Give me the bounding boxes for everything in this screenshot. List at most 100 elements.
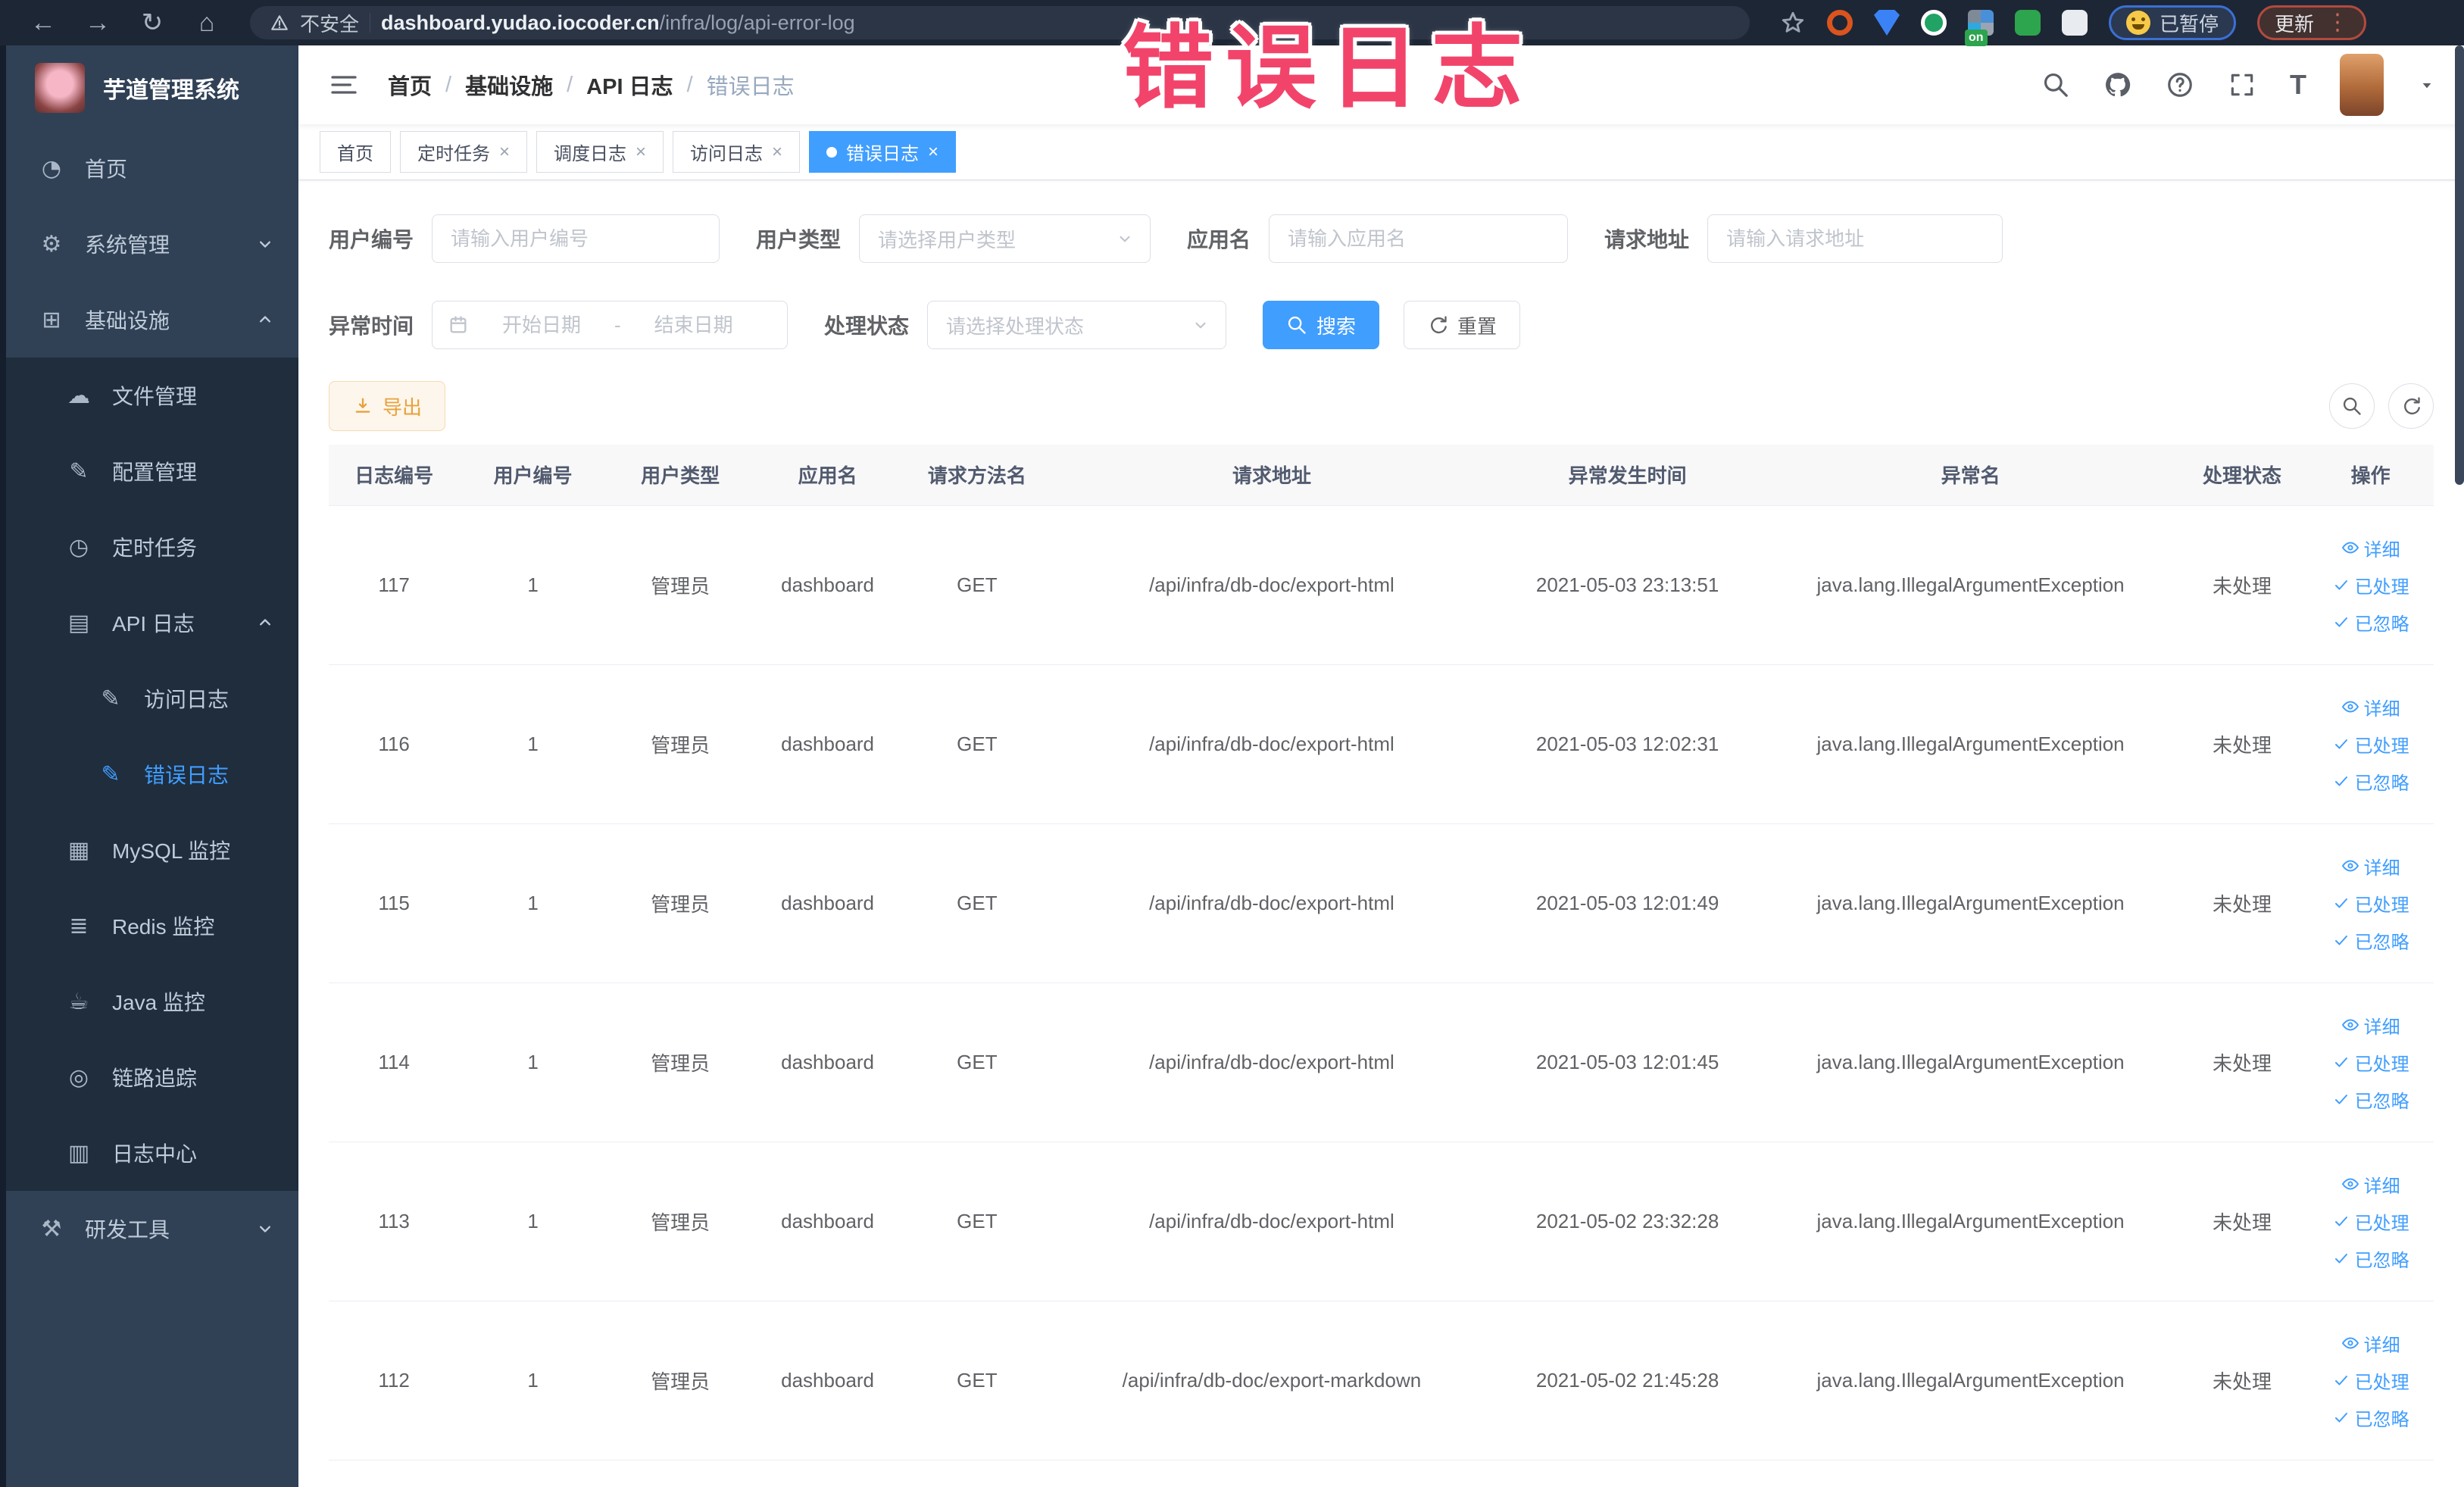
user-id-input[interactable] (432, 214, 720, 263)
refresh-table-button[interactable] (2388, 383, 2434, 429)
extensions-puzzle-icon[interactable] (2062, 10, 2088, 36)
tab-访问日志[interactable]: 访问日志 × (673, 131, 801, 173)
tab-定时任务[interactable]: 定时任务 × (400, 131, 528, 173)
cell-status: 未处理 (2176, 664, 2308, 824)
help-icon[interactable] (2166, 70, 2194, 99)
update-button[interactable]: 更新 ⋮ (2257, 5, 2367, 40)
scrollbar-thumb[interactable] (2455, 45, 2464, 485)
close-icon[interactable]: × (772, 142, 782, 163)
sidebar-item-访问日志[interactable]: ✎ 访问日志 (6, 661, 298, 736)
action-processed-link[interactable]: 已处理 (2332, 731, 2409, 758)
font-size-icon[interactable]: T (2290, 71, 2306, 98)
column-header: 操作 (2307, 445, 2434, 506)
sidebar-item-错误日志[interactable]: ✎ 错误日志 (6, 736, 298, 812)
action-processed-link[interactable]: 已处理 (2332, 572, 2409, 598)
menu-dots-icon[interactable]: ⋮ (2326, 11, 2349, 34)
tab-首页[interactable]: 首页 (320, 131, 391, 173)
sidebar-item-基础设施[interactable]: ⊞ 基础设施 (6, 282, 298, 358)
forward-icon[interactable]: → (74, 8, 121, 38)
action-detail-link[interactable]: 详细 (2341, 1330, 2400, 1357)
action-detail-link[interactable]: 详细 (2341, 1171, 2400, 1198)
cell-user-type: 管理员 (606, 505, 754, 665)
sidebar-item-日志中心[interactable]: ▥ 日志中心 (6, 1115, 298, 1191)
search-button[interactable]: 搜索 (1263, 301, 1380, 349)
close-icon[interactable]: × (928, 142, 938, 163)
action-detail-link[interactable]: 详细 (2341, 1012, 2400, 1039)
sidebar-item-Java 监控[interactable]: ☕ Java 监控 (6, 964, 298, 1039)
column-header: 异常发生时间 (1490, 445, 1765, 506)
sidebar-item-API 日志[interactable]: ▤ API 日志 (6, 585, 298, 661)
sidebar-item-MySQL 监控[interactable]: ▦ MySQL 监控 (6, 812, 298, 888)
action-label: 已处理 (2354, 895, 2409, 916)
sidebar-item-label: Redis 监控 (112, 915, 215, 939)
sidebar-item-链路追踪[interactable]: ◎ 链路追踪 (6, 1039, 298, 1115)
close-icon[interactable]: × (636, 142, 646, 163)
cell-user-type: 管理员 (606, 823, 754, 983)
extension-icon[interactable] (2015, 10, 2041, 36)
fullscreen-icon[interactable] (2228, 70, 2256, 99)
user-type-select[interactable]: 请选择用户类型 (859, 214, 1151, 263)
export-button[interactable]: 导出 (329, 381, 446, 431)
action-ignored-link[interactable]: 已忽略 (2332, 927, 2409, 954)
tab-错误日志[interactable]: 错误日志 × (809, 131, 957, 173)
not-secure-warning-icon (271, 15, 288, 30)
action-ignored-link[interactable]: 已忽略 (2332, 768, 2409, 795)
action-processed-link[interactable]: 已处理 (2332, 1208, 2409, 1235)
sidebar-item-系统管理[interactable]: ⚙ 系统管理 (6, 206, 298, 282)
breadcrumb-item[interactable]: API 日志 (586, 69, 673, 101)
breadcrumb-item[interactable]: 基础设施 (465, 69, 553, 101)
date-range-picker[interactable]: - (432, 301, 789, 349)
action-ignored-link[interactable]: 已忽略 (2332, 1245, 2409, 1272)
cell-log-id: 117 (329, 505, 460, 665)
close-icon[interactable]: × (499, 142, 510, 163)
request-url-input[interactable] (1707, 214, 2003, 263)
access-log-icon: ✎ (101, 685, 120, 712)
cell-time: 2021-05-03 12:02:31 (1490, 664, 1765, 824)
app-name-input[interactable] (1269, 214, 1569, 263)
mysql-icon: ▦ (67, 836, 90, 864)
filter-row-2: 异常时间 - 处理状态 请选择处理状态 (329, 301, 2434, 349)
tab-调度日志[interactable]: 调度日志 × (536, 131, 664, 173)
action-detail-link[interactable]: 详细 (2341, 535, 2400, 561)
breadcrumb-item[interactable]: 首页 (388, 69, 432, 101)
action-ignored-link[interactable]: 已忽略 (2332, 1404, 2409, 1431)
start-date-input[interactable] (481, 313, 603, 337)
extension-icon[interactable] (1827, 10, 1853, 36)
sidebar-item-研发工具[interactable]: ⚒ 研发工具 (6, 1191, 298, 1267)
sidebar-item-Redis 监控[interactable]: ≣ Redis 监控 (6, 888, 298, 964)
reload-icon[interactable]: ↻ (129, 8, 176, 38)
tab-label: 首页 (337, 144, 373, 164)
action-processed-link[interactable]: 已处理 (2332, 1367, 2409, 1394)
reset-button[interactable]: 重置 (1404, 301, 1521, 349)
hide-search-button[interactable] (2329, 383, 2375, 429)
cell-log-id: 113 (329, 1142, 460, 1301)
bookmark-star-icon[interactable] (1780, 10, 1806, 36)
user-avatar[interactable] (2340, 54, 2384, 116)
sidebar-item-首页[interactable]: ◔ 首页 (6, 130, 298, 206)
hamburger-icon[interactable] (329, 70, 359, 100)
config-icon: ✎ (69, 458, 89, 485)
extension-icon[interactable]: on (1965, 10, 1994, 46)
extension-icon[interactable] (1921, 10, 1947, 36)
action-processed-link[interactable]: 已处理 (2332, 1049, 2409, 1076)
profile-paused-chip[interactable]: 已暂停 (2109, 5, 2237, 40)
sidebar-item-配置管理[interactable]: ✎ 配置管理 (6, 433, 298, 509)
sidebar-logo-row[interactable]: 芋道管理系统 (6, 45, 298, 130)
sidebar-item-文件管理[interactable]: ☁ 文件管理 (6, 358, 298, 433)
caret-down-icon[interactable] (2417, 75, 2437, 95)
github-icon[interactable] (2103, 70, 2132, 99)
process-status-select[interactable]: 请选择处理状态 (927, 301, 1227, 349)
action-processed-link[interactable]: 已处理 (2332, 890, 2409, 917)
search-icon[interactable] (2041, 70, 2070, 99)
row-actions: 详细 已处理 已忽略 (2307, 535, 2434, 636)
sidebar-item-定时任务[interactable]: ◷ 定时任务 (6, 509, 298, 585)
end-date-input[interactable] (632, 313, 754, 337)
back-icon[interactable]: ← (20, 8, 67, 38)
address-bar[interactable]: 不安全 dashboard.yudao.iocoder.cn/infra/log… (250, 6, 1750, 39)
action-ignored-link[interactable]: 已忽略 (2332, 1086, 2409, 1113)
extension-icon[interactable] (1874, 10, 1900, 36)
action-ignored-link[interactable]: 已忽略 (2332, 609, 2409, 636)
action-detail-link[interactable]: 详细 (2341, 853, 2400, 879)
home-icon[interactable]: ⌂ (183, 8, 230, 38)
action-detail-link[interactable]: 详细 (2341, 694, 2400, 720)
